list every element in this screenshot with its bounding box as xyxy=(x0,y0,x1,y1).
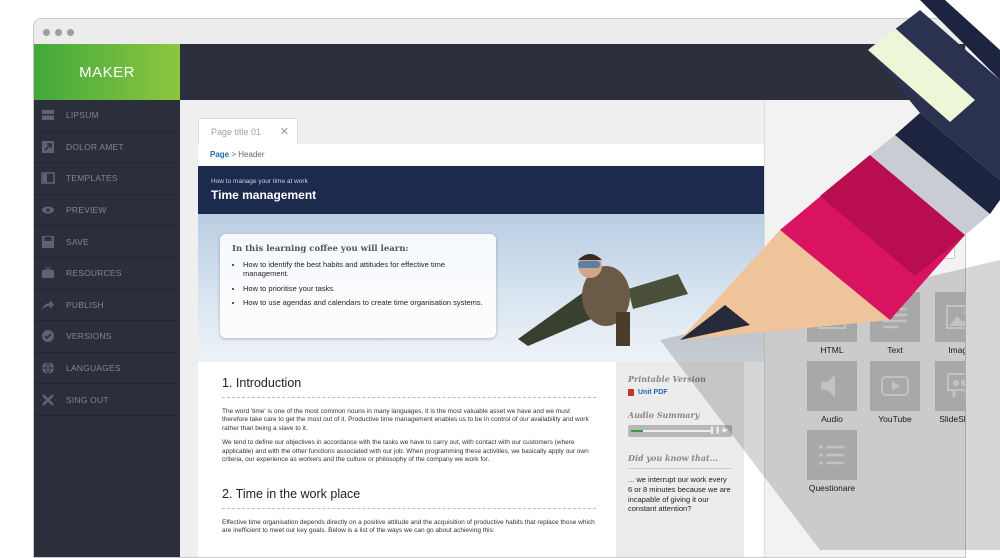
page-kicker: How to manage your time at work xyxy=(211,178,308,185)
learning-box-title: In this learning coffee you will learn: xyxy=(232,244,409,254)
jetpack-pilot-illustration xyxy=(518,254,688,346)
section-heading-introduction[interactable]: 1. Introduction xyxy=(222,362,596,398)
sidebar-item-label: VERSIONS xyxy=(66,331,112,342)
page-header[interactable]: How to manage your time at work Time man… xyxy=(198,166,764,214)
audio-progress xyxy=(631,430,643,432)
sidebar-item-publish[interactable]: PUBLISH xyxy=(34,290,180,322)
side-column: Printable Version Unit PDF Audio Summary… xyxy=(616,362,744,557)
component-html[interactable]: HTML xyxy=(807,292,857,355)
title-bar xyxy=(34,19,965,44)
close-tab-icon[interactable]: ✕ xyxy=(280,125,289,138)
search-icon[interactable]: ⌕ xyxy=(942,242,948,255)
component-text[interactable]: Text xyxy=(870,292,920,355)
sidebar-item-templates[interactable]: TEMPLATES xyxy=(34,163,180,195)
sidebar-item-label: SAVE xyxy=(66,236,89,247)
external-link-icon xyxy=(41,140,55,154)
component-questionare[interactable]: Questionare xyxy=(807,430,857,493)
sidebar-item-label: LANGUAGES xyxy=(66,363,121,374)
component-label: YouTube xyxy=(878,414,912,424)
check-circle-icon xyxy=(41,329,55,343)
paragraph[interactable]: Effective time organisation depends dire… xyxy=(222,519,596,536)
sidebar-item-label: TEMPLATES xyxy=(66,173,118,184)
breadcrumb: Page > Header xyxy=(198,144,764,166)
learning-box: In this learning coffee you will learn: … xyxy=(220,234,496,338)
tab-label: Page title 01 xyxy=(211,126,262,137)
audio-summary-heading: Audio Summary xyxy=(628,410,700,420)
audio-track[interactable] xyxy=(631,430,711,432)
sidebar-item-save[interactable]: SAVE xyxy=(34,226,180,258)
component-label: Audio xyxy=(821,414,843,424)
inbox-icon xyxy=(41,108,55,122)
breadcrumb-page-link[interactable]: Page xyxy=(210,150,229,159)
app-logo[interactable]: MAKER xyxy=(34,44,180,100)
speaker-icon xyxy=(807,361,857,411)
eye-icon xyxy=(41,203,55,217)
component-label: SlideShare xyxy=(939,414,965,424)
page-preview: How to manage your time at work Time man… xyxy=(198,166,764,557)
main-content: 1. Introduction The word 'time' is one o… xyxy=(198,362,608,557)
unit-pdf-link[interactable]: Unit PDF xyxy=(628,389,732,396)
sidebar-item-label: LIPSUM xyxy=(66,110,99,121)
learning-item: How to prioritise your tasks. xyxy=(243,284,484,293)
sidebar-item-resources[interactable]: RESOURCES xyxy=(34,258,180,290)
sidebar-item-label: SING OUT xyxy=(66,394,109,405)
text-icon xyxy=(870,292,920,342)
printable-version-heading: Printable Version xyxy=(628,374,706,384)
did-you-know-heading: Did you know that... xyxy=(628,453,719,463)
learning-item: How to identify the best habits and atti… xyxy=(243,260,484,279)
fact-text: ... we interrupt our work every 6 or 8 m… xyxy=(628,468,732,514)
sidebar-item-preview[interactable]: PREVIEW xyxy=(34,195,180,227)
tab-page-title[interactable]: Page title 01 ✕ xyxy=(198,118,298,144)
sidebar-item-label: DOLOR AMET xyxy=(66,141,124,152)
unit-pdf-label: Unit PDF xyxy=(638,389,668,396)
breadcrumb-current: Header xyxy=(238,150,265,159)
sidebar-item-versions[interactable]: VERSIONS xyxy=(34,321,180,353)
component-youtube[interactable]: YouTube xyxy=(870,361,920,424)
play-icon xyxy=(870,361,920,411)
image-icon xyxy=(935,292,965,342)
page-title: Time management xyxy=(211,188,317,202)
components-panel: Insert after ⌕ HTML Text Image Audio You… xyxy=(764,100,965,557)
sidebar-item-languages[interactable]: LANGUAGES xyxy=(34,353,180,385)
sidebar-item-sign-out[interactable]: SING OUT xyxy=(34,384,180,416)
sidebar-item-dolor-amet[interactable]: DOLOR AMET xyxy=(34,132,180,164)
component-audio[interactable]: Audio xyxy=(807,361,857,424)
browser-window: MAKER LIPSUM DOLOR AMET TEMPLATES PREVIE… xyxy=(33,18,966,558)
sidebar-item-label: RESOURCES xyxy=(66,268,122,279)
sidebar-item-label: PREVIEW xyxy=(66,205,107,216)
share-arrow-icon xyxy=(41,298,55,312)
paragraph[interactable]: We tend to define our objectives in acco… xyxy=(222,439,596,464)
section-heading-time-in-work-place[interactable]: 2. Time in the work place xyxy=(222,473,596,509)
component-label: Questionare xyxy=(808,483,856,493)
component-image[interactable]: Image xyxy=(935,292,965,355)
slideshare-icon xyxy=(935,361,965,411)
component-slideshare[interactable]: SlideShare xyxy=(935,361,965,424)
pause-play-icon[interactable]: ❚❚ ▶ xyxy=(709,426,728,434)
briefcase-icon xyxy=(41,266,55,280)
window-dot[interactable] xyxy=(43,29,50,36)
floppy-icon xyxy=(41,235,55,249)
sidebar: LIPSUM DOLOR AMET TEMPLATES PREVIEW SAVE… xyxy=(34,100,180,557)
editor-area: Page title 01 ✕ Page > Header How to man… xyxy=(180,100,764,557)
pdf-icon xyxy=(628,389,634,396)
paragraph[interactable]: The word 'time' is one of the most commo… xyxy=(222,408,596,433)
window-dot[interactable] xyxy=(55,29,62,36)
list-icon xyxy=(807,430,857,480)
hero-banner[interactable]: In this learning coffee you will learn: … xyxy=(198,214,764,362)
close-icon xyxy=(41,393,55,407)
component-label: HTML xyxy=(820,345,844,355)
sidebar-item-lipsum[interactable]: LIPSUM xyxy=(34,100,180,132)
window-dot[interactable] xyxy=(67,29,74,36)
audio-player[interactable]: ❚❚ ▶ xyxy=(628,425,732,437)
component-search-input[interactable]: ⌕ xyxy=(805,237,955,259)
globe-icon xyxy=(41,361,55,375)
learning-item: How to use agendas and calendars to crea… xyxy=(243,298,484,307)
breadcrumb-separator: > xyxy=(231,150,237,159)
code-icon xyxy=(807,292,857,342)
layout-icon xyxy=(41,171,55,185)
component-label: Image xyxy=(948,345,965,355)
component-label: Text xyxy=(887,345,903,355)
sidebar-item-label: PUBLISH xyxy=(66,299,104,310)
insert-after-link[interactable]: Insert after xyxy=(893,198,934,208)
